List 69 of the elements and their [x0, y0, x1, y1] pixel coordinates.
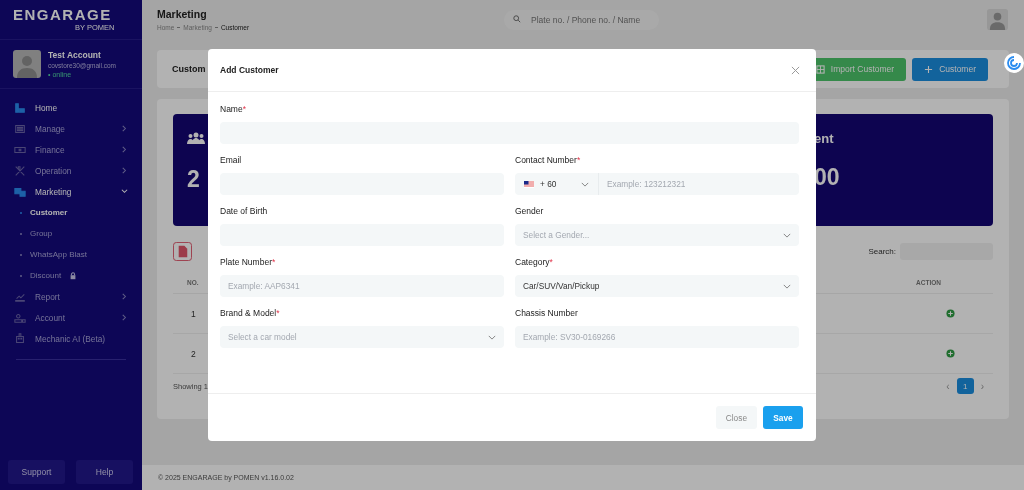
- nav-item[interactable]: Finance: [0, 139, 142, 160]
- phone-field[interactable]: + 60 Example: 123212321: [515, 173, 799, 195]
- dropdown-field[interactable]: Select a Gender...: [515, 224, 799, 246]
- stat-value: 2: [187, 166, 200, 193]
- submenu-item[interactable]: WhatsApp Blast: [0, 244, 142, 265]
- nav-item[interactable]: Marketing: [0, 181, 142, 202]
- dialog-button[interactable]: Save: [763, 406, 803, 429]
- field-label: Contact Number*: [515, 155, 582, 165]
- field-label: Name*: [220, 104, 247, 114]
- submenu-item[interactable]: Discount: [0, 265, 142, 286]
- pdf-icon[interactable]: [173, 242, 192, 261]
- field-label: Brand & Model*: [220, 308, 281, 318]
- dialog-button[interactable]: Close: [715, 406, 757, 429]
- table-cell: 2: [191, 348, 196, 359]
- dropdown-field[interactable]: Car/SUV/Van/Pickup: [515, 275, 799, 297]
- logo: ENGARAGE: [13, 7, 112, 23]
- field-label: Category*: [515, 257, 554, 267]
- menu-icon: [14, 164, 26, 177]
- field-label: Plate Number*: [220, 257, 277, 267]
- page-title: Marketing: [157, 7, 208, 20]
- country-code-dropdown[interactable]: + 60: [515, 173, 599, 195]
- dialog-title: Add Customer: [220, 65, 279, 75]
- nav-item[interactable]: Report: [0, 286, 142, 307]
- page-button[interactable]: 1: [956, 378, 974, 394]
- input-field[interactable]: Example: SV30-0169266: [515, 326, 799, 348]
- action-button[interactable]: Customer: [912, 57, 988, 81]
- flag-icon: [524, 180, 534, 188]
- stat-value: 00: [814, 164, 840, 191]
- chevron-icon: [783, 283, 791, 289]
- previous-page-button[interactable]: ‹: [943, 380, 953, 392]
- swirl-icon[interactable]: [1004, 53, 1024, 73]
- sidebar-button[interactable]: Help: [76, 460, 133, 484]
- nav-item[interactable]: Home: [0, 97, 142, 118]
- menu-icon: [14, 311, 26, 324]
- nav-item[interactable]: Manage: [0, 118, 142, 139]
- input-field[interactable]: Example: AAP6341: [220, 275, 504, 297]
- next-page-button[interactable]: ›: [977, 380, 987, 392]
- add-icon[interactable]: [946, 349, 955, 358]
- chevron-icon: [581, 181, 589, 187]
- submenu-item[interactable]: Group: [0, 223, 142, 244]
- phone-input[interactable]: Example: 123212321: [599, 173, 799, 195]
- section-title: Custom: [172, 64, 206, 74]
- add-icon[interactable]: [946, 309, 955, 318]
- field-label: Date of Birth: [220, 206, 269, 216]
- dropdown-field[interactable]: Select a car model: [220, 326, 504, 348]
- search-icon: [513, 15, 521, 23]
- avatar-icon[interactable]: [987, 8, 1008, 30]
- sidebar-button[interactable]: Support: [8, 460, 65, 484]
- close-icon[interactable]: [791, 65, 800, 75]
- field-label: Chassis Number: [515, 308, 579, 318]
- account-name: Test Account: [48, 50, 102, 60]
- people-icon: [187, 132, 205, 144]
- avatar-icon: [13, 50, 41, 78]
- plus-icon: [924, 64, 934, 74]
- nav-item[interactable]: Operation: [0, 160, 142, 181]
- chevron-icon: [783, 232, 791, 238]
- nav-item[interactable]: Account: [0, 307, 142, 328]
- chevron-icon: [488, 334, 496, 340]
- menu-icon: [14, 122, 26, 135]
- menu-icon: [14, 332, 26, 345]
- nav-item[interactable]: Mechanic AI (Beta): [0, 328, 142, 349]
- field-label: Gender: [515, 206, 545, 216]
- submenu-item[interactable]: Customer: [0, 202, 142, 223]
- menu-icon: [14, 101, 26, 114]
- search-field[interactable]: Plate no. / Phone no. / Name: [504, 10, 659, 30]
- menu-icon: [14, 185, 26, 198]
- search-label: Search:: [868, 247, 896, 256]
- field-label: Email: [220, 155, 243, 165]
- table-cell: 1: [191, 308, 196, 319]
